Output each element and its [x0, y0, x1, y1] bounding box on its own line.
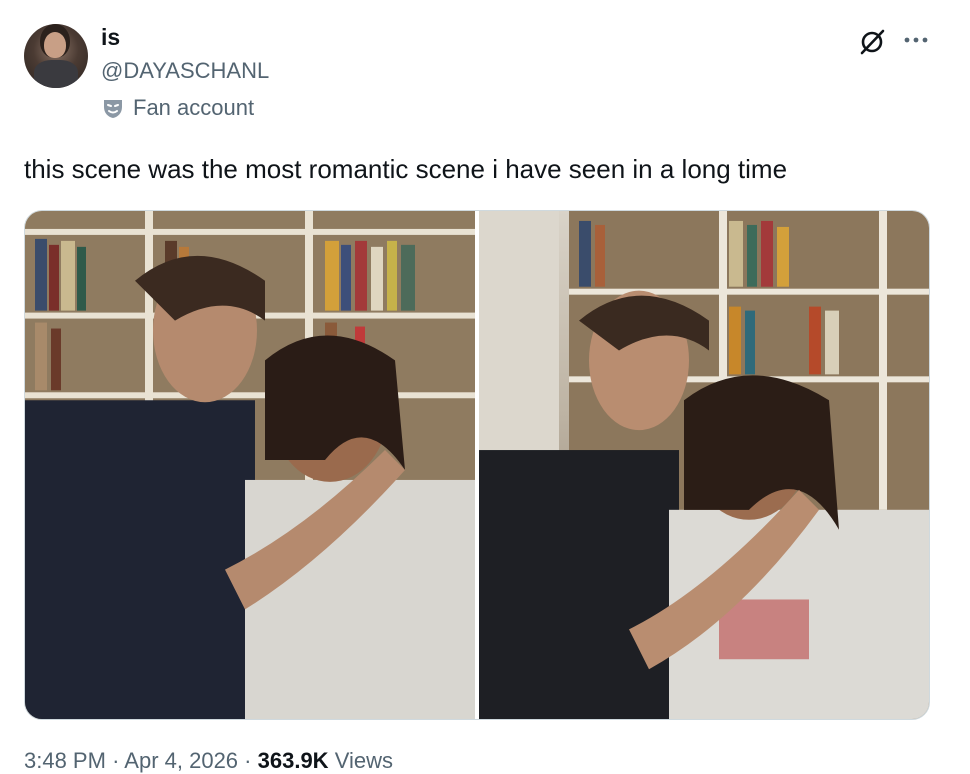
avatar[interactable]	[24, 24, 88, 88]
views-label: Views	[334, 748, 393, 773]
avatar-figure-head	[44, 32, 66, 58]
grok-button[interactable]	[856, 26, 888, 58]
photo-right[interactable]	[479, 211, 929, 719]
meta-separator: ·	[244, 748, 252, 773]
tweet-media	[24, 210, 930, 720]
views-count: 363.9K	[257, 748, 329, 773]
tweet-date[interactable]: Apr 4, 2026	[124, 748, 238, 773]
photo-left[interactable]	[25, 211, 475, 719]
tweet-time[interactable]: 3:48 PM	[24, 748, 106, 773]
author-handle[interactable]: @DAYASCHANL	[101, 58, 269, 84]
fan-account-label: Fan account	[133, 95, 255, 120]
tweet-meta: 3:48 PM · Apr 4, 2026 · 363.9K Views	[24, 748, 393, 774]
photo-left-scene	[25, 211, 475, 719]
meta-separator: ·	[112, 748, 120, 773]
fan-account-badge: Fan account	[101, 95, 254, 121]
grok-icon	[860, 29, 885, 55]
theater-mask-icon	[104, 100, 122, 118]
more-options-icon	[904, 37, 928, 43]
author-name[interactable]: is	[101, 24, 120, 51]
more-options-button[interactable]	[898, 22, 934, 58]
tweet-text: this scene was the most romantic scene i…	[24, 154, 788, 184]
avatar-figure-body	[34, 60, 78, 88]
photo-right-scene	[479, 211, 929, 719]
